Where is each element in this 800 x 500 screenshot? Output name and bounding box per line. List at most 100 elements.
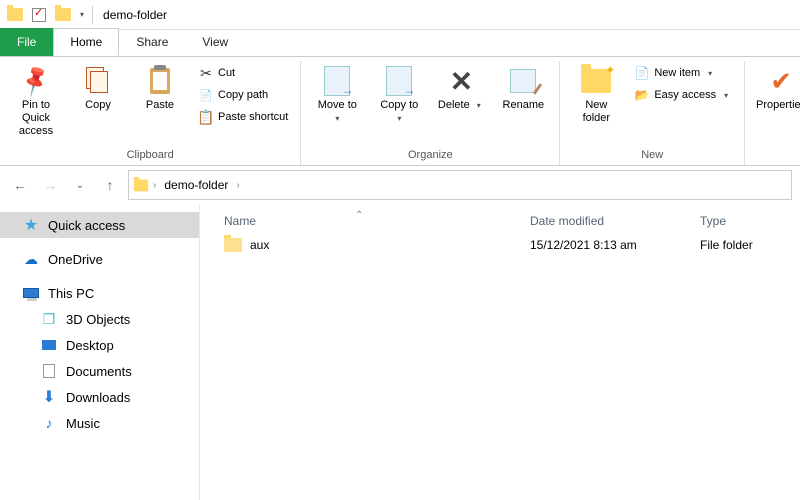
sidebar-item-label: This PC [48, 286, 94, 301]
copy-to-label: Copy to [380, 99, 418, 111]
navigation-bar: ← → ⌄ ↑ › demo-folder › [0, 166, 800, 204]
quick-access-toolbar: ▾ [4, 4, 88, 26]
copy-path-button[interactable]: 📄 Copy path [194, 85, 292, 105]
new-item-button[interactable]: 📄 New item ▾ [630, 63, 736, 83]
chevron-down-icon: ▾ [724, 91, 728, 100]
sidebar-item-label: Desktop [66, 338, 114, 353]
paste-shortcut-label: Paste shortcut [218, 111, 288, 123]
copy-icon [82, 65, 114, 97]
new-item-label: New item [654, 67, 700, 79]
paste-icon [144, 65, 176, 97]
new-folder-label: New folder [570, 99, 622, 125]
copy-path-label: Copy path [218, 89, 268, 101]
chevron-down-icon: ▾ [335, 114, 339, 123]
folder-icon [224, 238, 242, 252]
sidebar-item-desktop[interactable]: Desktop [0, 332, 199, 358]
chevron-down-icon: ▾ [708, 69, 712, 78]
delete-button[interactable]: ✕ Delete ▾ [433, 63, 489, 114]
column-header-type[interactable]: Type [690, 214, 800, 228]
tab-view[interactable]: View [185, 28, 245, 56]
forward-button[interactable]: → [38, 173, 62, 197]
chevron-down-icon: ▾ [477, 101, 481, 110]
easy-access-button[interactable]: 📂 Easy access ▾ [630, 85, 736, 105]
ribbon-group-clipboard: 📌 Pin to Quick access Copy Paste ✂ Cut 📄… [0, 61, 301, 165]
paste-shortcut-button[interactable]: 📋 Paste shortcut [194, 107, 292, 127]
paste-label: Paste [146, 99, 174, 112]
file-list: Name ⌃ Date modified Type aux 15/12/2021… [200, 204, 800, 500]
ribbon-group-organize: Move to ▾ Copy to ▾ ✕ Delete ▾ Rename Or… [301, 61, 560, 165]
rename-icon [507, 65, 539, 97]
music-icon: ♪ [40, 415, 58, 431]
ribbon-group-new: New folder 📄 New item ▾ 📂 Easy access ▾ … [560, 61, 745, 165]
pin-to-quick-access-button[interactable]: 📌 Pin to Quick access [8, 63, 64, 141]
document-icon [40, 363, 58, 379]
chevron-right-icon[interactable]: › [153, 180, 156, 191]
tab-file[interactable]: File [0, 28, 53, 56]
back-button[interactable]: ← [8, 173, 32, 197]
up-button[interactable]: ↑ [98, 173, 122, 197]
ribbon-tabs: File Home Share View [0, 30, 800, 56]
rename-label: Rename [503, 99, 545, 112]
folder-icon [134, 179, 148, 191]
properties-checkbox-icon[interactable] [28, 4, 50, 26]
sidebar-item-label: Documents [66, 364, 132, 379]
pin-label: Pin to Quick access [10, 99, 62, 139]
copy-to-button[interactable]: Copy to ▾ [371, 63, 427, 127]
sidebar-item-documents[interactable]: Documents [0, 358, 199, 384]
paste-button[interactable]: Paste [132, 63, 188, 114]
delete-icon: ✕ [445, 65, 477, 97]
qat-dropdown-icon[interactable]: ▾ [80, 10, 84, 19]
breadcrumb-demo-folder[interactable]: demo-folder [160, 176, 232, 194]
file-date: 15/12/2021 8:13 am [520, 238, 690, 252]
move-to-icon [321, 65, 353, 97]
organize-group-label: Organize [408, 149, 453, 163]
new-item-icon: 📄 [634, 65, 650, 81]
move-to-label: Move to [318, 99, 357, 111]
folder-icon[interactable] [4, 4, 26, 26]
separator [92, 6, 93, 24]
desktop-icon [40, 337, 58, 353]
sidebar-item-downloads[interactable]: ⬇ Downloads [0, 384, 199, 410]
tab-home[interactable]: Home [53, 28, 119, 56]
file-row[interactable]: aux 15/12/2021 8:13 am File folder [200, 234, 800, 256]
qat-folder-icon[interactable] [52, 4, 74, 26]
cloud-icon: ☁ [22, 251, 40, 267]
cut-label: Cut [218, 67, 235, 79]
sidebar-item-3d-objects[interactable]: ❒ 3D Objects [0, 306, 199, 332]
navigation-pane: ★ Quick access ☁ OneDrive This PC ❒ 3D O… [0, 204, 200, 500]
new-folder-button[interactable]: New folder [568, 63, 624, 127]
easy-access-label: Easy access [654, 89, 716, 101]
sidebar-item-music[interactable]: ♪ Music [0, 410, 199, 436]
file-type: File folder [690, 238, 800, 252]
column-header-date[interactable]: Date modified [520, 214, 690, 228]
sidebar-item-label: 3D Objects [66, 312, 130, 327]
clipboard-group-label: Clipboard [127, 149, 174, 163]
column-headers: Name ⌃ Date modified Type [200, 208, 800, 234]
cut-button[interactable]: ✂ Cut [194, 63, 292, 83]
check-icon: ✔ [765, 65, 797, 97]
new-group-label: New [641, 149, 663, 163]
column-header-name[interactable]: Name ⌃ [200, 214, 520, 228]
properties-button[interactable]: ✔ Properties [753, 63, 800, 114]
move-to-button[interactable]: Move to ▾ [309, 63, 365, 127]
window-title: demo-folder [103, 8, 167, 22]
download-icon: ⬇ [40, 389, 58, 405]
sidebar-item-quick-access[interactable]: ★ Quick access [0, 212, 199, 238]
address-bar[interactable]: › demo-folder › [128, 170, 792, 200]
recent-dropdown[interactable]: ⌄ [68, 173, 92, 197]
sidebar-item-label: Music [66, 416, 100, 431]
title-bar: ▾ demo-folder [0, 0, 800, 30]
copy-button[interactable]: Copy [70, 63, 126, 114]
delete-label: Delete [438, 99, 470, 111]
chevron-down-icon: ▾ [397, 114, 401, 123]
sidebar-item-onedrive[interactable]: ☁ OneDrive [0, 246, 199, 272]
cube-icon: ❒ [40, 311, 58, 327]
chevron-right-icon[interactable]: › [236, 180, 239, 191]
rename-button[interactable]: Rename [495, 63, 551, 114]
sidebar-item-label: Downloads [66, 390, 130, 405]
pc-icon [22, 285, 40, 301]
ribbon: 📌 Pin to Quick access Copy Paste ✂ Cut 📄… [0, 56, 800, 166]
sidebar-item-label: Quick access [48, 218, 125, 233]
tab-share[interactable]: Share [119, 28, 185, 56]
sidebar-item-this-pc[interactable]: This PC [0, 280, 199, 306]
